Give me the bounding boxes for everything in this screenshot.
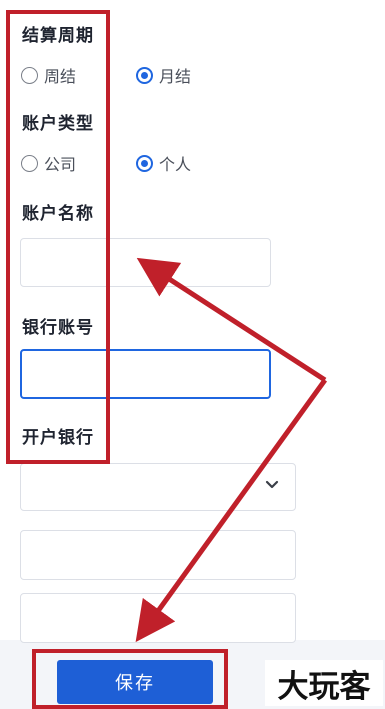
opening-bank-select[interactable] [20,463,296,511]
radio-label-personal: 个人 [159,155,192,174]
radio-checked-icon [136,66,153,84]
settlement-cycle-label: 结算周期 [22,26,94,46]
radio-checked-icon [136,154,153,172]
opening-bank-label: 开户银行 [22,428,94,448]
account-type-personal-radio[interactable]: 个人 [136,149,191,177]
bank-branch-input[interactable] [20,530,296,580]
radio-unchecked-icon [21,66,38,84]
save-button[interactable]: 保存 [57,660,213,704]
chevron-down-icon [265,480,279,489]
account-name-input[interactable] [20,238,271,287]
bank-detail-input[interactable] [20,593,296,643]
radio-unchecked-icon [21,154,38,172]
radio-label-monthly: 月结 [159,67,192,86]
account-type-company-radio[interactable]: 公司 [21,149,76,177]
radio-label-weekly: 周结 [44,67,77,86]
bank-account-label: 银行账号 [22,318,94,338]
account-type-label: 账户类型 [22,114,94,134]
settlement-form: 结算周期 周结 月结 账户类型 公司 个人 账户名称 银行账号 开户银行 [0,0,385,643]
account-name-label: 账户名称 [22,204,94,224]
radio-label-company: 公司 [44,155,77,174]
settlement-monthly-radio[interactable]: 月结 [136,61,191,89]
bank-account-input[interactable] [20,349,271,399]
watermark-logo: 大玩客 [265,660,383,706]
settlement-weekly-radio[interactable]: 周结 [21,61,76,89]
